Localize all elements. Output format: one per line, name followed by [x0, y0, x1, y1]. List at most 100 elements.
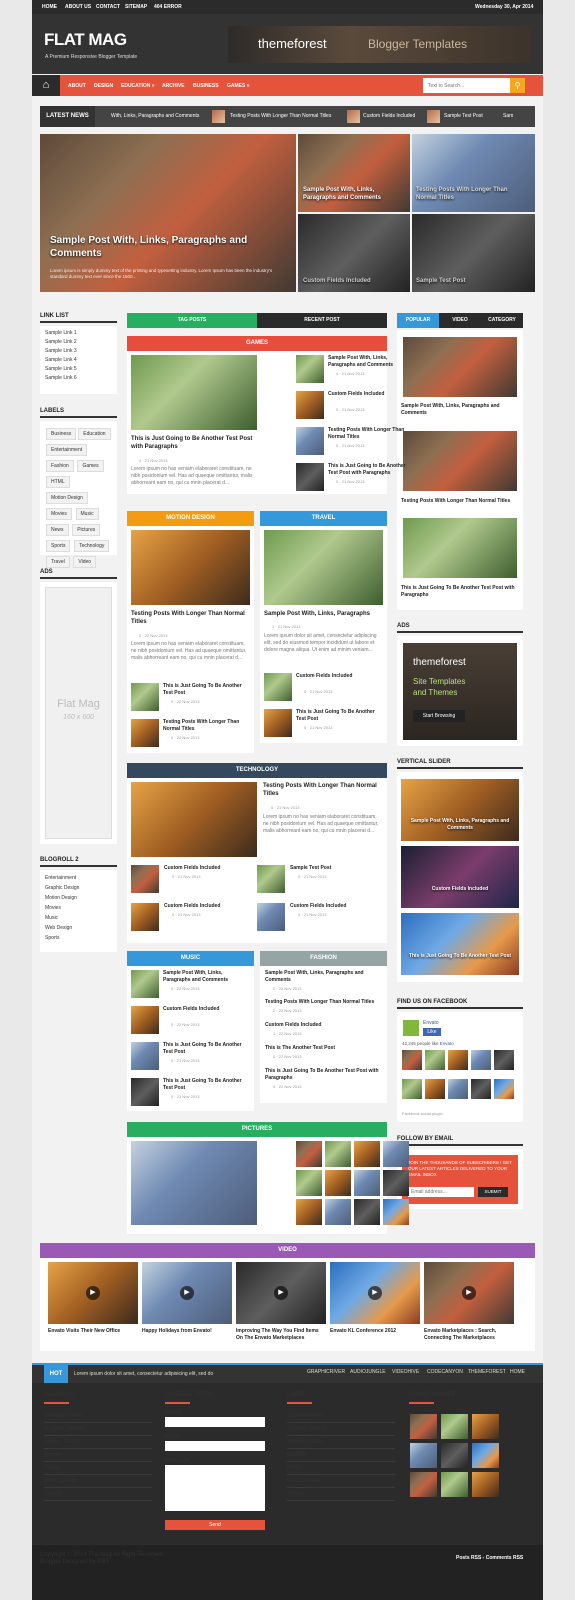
link-item[interactable]: Sample Link 1 [45, 330, 112, 337]
label-tag[interactable]: Travel [46, 556, 70, 568]
games-main-title[interactable]: This is Just Going to Be Another Test Po… [131, 435, 257, 451]
gallery-thumb[interactable] [325, 1141, 351, 1167]
label-tag[interactable]: Pictures [72, 524, 101, 536]
footer-label-item[interactable]: Sports [287, 1491, 395, 1501]
games-main-image[interactable] [131, 355, 257, 430]
home-icon[interactable]: ⌂ [32, 75, 60, 96]
footer-label-item[interactable]: Movies [287, 1452, 395, 1462]
footer-blogroll-item[interactable]: Motion Design [44, 1439, 152, 1449]
flickr-thumb[interactable] [410, 1414, 437, 1439]
post-title[interactable]: This is Just Going to Be Another Test Po… [328, 463, 415, 477]
footer-blogroll-item[interactable]: Entertainment [44, 1413, 152, 1423]
label-tag[interactable]: Games [77, 460, 104, 472]
post-title[interactable]: Sample Post With, Links, Paragraphs and … [265, 970, 382, 984]
ticker-item[interactable]: Custom Fields Included [363, 113, 415, 119]
post-thumb[interactable] [264, 673, 292, 701]
link-item[interactable]: Sample Link 6 [45, 375, 112, 382]
footer-blogroll-item[interactable]: Music [44, 1465, 152, 1475]
post-title[interactable]: Testing Posts With Longer Than Normal Ti… [328, 427, 415, 441]
themeforest-ad[interactable]: themeforest Site Templates and Themes St… [403, 643, 517, 740]
flickr-thumb[interactable] [472, 1443, 499, 1468]
send-button[interactable]: Send [165, 1520, 265, 1530]
vslide-title[interactable]: Sample Post With, Links, Paragraphs and … [405, 818, 515, 832]
gallery-thumb[interactable] [354, 1199, 380, 1225]
footer-blogroll-item[interactable]: Web Design [44, 1478, 152, 1488]
post-thumb[interactable] [296, 427, 324, 455]
flickr-thumb[interactable] [472, 1472, 499, 1497]
hot-link[interactable]: AUDIOJUNGLE [350, 1369, 386, 1375]
top-link-sitemap[interactable]: SITEMAP [125, 4, 147, 10]
video-title[interactable]: Envato Visits Their New Office [48, 1328, 138, 1335]
fb-like-button[interactable]: Like [423, 1028, 441, 1036]
slider-tile-title[interactable]: Custom Fields Included [303, 278, 371, 284]
blogroll-item[interactable]: Sports [45, 935, 112, 942]
vslide-title[interactable]: Custom Fields Included [405, 886, 515, 892]
site-logo[interactable]: FLAT MAG [44, 30, 127, 50]
post-thumb[interactable] [264, 709, 292, 737]
footer-label-item[interactable]: Entertainment [287, 1413, 395, 1423]
label-tag[interactable]: Movies [46, 508, 72, 520]
fb-count-name[interactable]: Envato [440, 1041, 454, 1046]
post-thumb[interactable] [257, 903, 285, 931]
play-icon[interactable]: ▶ [274, 1286, 288, 1300]
post-title[interactable]: This is Just Going To Be Another Test Po… [163, 1078, 250, 1092]
vslide-image[interactable] [401, 846, 519, 908]
blogroll-item[interactable]: Graphic Design [45, 885, 112, 892]
post-title[interactable]: Custom Fields Included [296, 673, 383, 680]
message-field[interactable] [165, 1465, 265, 1511]
post-title[interactable]: Sample Post With, Links, Paragraphs and … [163, 970, 250, 984]
post-title[interactable]: This is Just Going To Be Another Test Po… [163, 683, 250, 697]
post-thumb[interactable] [131, 719, 159, 747]
post-title[interactable]: Custom Fields Included [164, 903, 254, 910]
tab-video[interactable]: VIDEO [439, 313, 481, 328]
video-thumb[interactable]: ▶ [330, 1262, 420, 1324]
post-thumb[interactable] [131, 1042, 159, 1070]
tab-popular[interactable]: POPULAR [397, 313, 439, 328]
post-title[interactable]: Custom Fields Included [290, 903, 380, 910]
gallery-thumb[interactable] [325, 1170, 351, 1196]
tab-category[interactable]: CATEGORY [481, 313, 523, 328]
post-title[interactable]: Custom Fields Included [163, 1006, 250, 1013]
top-link-home[interactable]: HOME [42, 4, 57, 10]
hot-link[interactable]: THEMEFOREST [468, 1369, 506, 1375]
label-tag[interactable]: Entertainment [46, 444, 88, 456]
slider-main-title[interactable]: Sample Post With, Links, Paragraphs and … [50, 234, 280, 260]
post-thumb[interactable] [131, 865, 159, 893]
hot-link[interactable]: VIDEOHIVE [392, 1369, 419, 1375]
play-icon[interactable]: ▶ [180, 1286, 194, 1300]
email-field[interactable] [165, 1441, 265, 1451]
footer-blogroll-item[interactable]: Sports [44, 1491, 152, 1501]
top-link-404[interactable]: 404 ERROR [154, 4, 182, 10]
gallery-thumb[interactable] [383, 1170, 409, 1196]
link-item[interactable]: Sample Link 5 [45, 366, 112, 373]
gallery-thumb[interactable] [296, 1141, 322, 1167]
flickr-thumb[interactable] [472, 1414, 499, 1439]
post-thumb[interactable] [131, 683, 159, 711]
slider-tile-title[interactable]: Testing Posts With Longer Than Normal Ti… [416, 186, 526, 202]
post-title[interactable]: Custom Fields Included [328, 391, 415, 398]
gallery-thumb[interactable] [325, 1199, 351, 1225]
label-tag[interactable]: Fashion [46, 460, 74, 472]
fb-fan-avatar[interactable] [494, 1079, 514, 1099]
popular-title[interactable]: Sample Post With, Links, Paragraphs and … [401, 403, 519, 417]
post-title[interactable]: This is Just Going To Be Another Test Po… [265, 1068, 382, 1082]
slider-tile-title[interactable]: Sample Post With, Links, Paragraphs and … [303, 186, 403, 202]
post-title[interactable]: This is Just Going To Be Another Test Po… [163, 1042, 250, 1056]
video-thumb[interactable]: ▶ [48, 1262, 138, 1324]
blogroll-item[interactable]: Motion Design [45, 895, 112, 902]
ticker-item[interactable]: Sam [503, 113, 513, 119]
link-item[interactable]: Sample Link 3 [45, 348, 112, 355]
top-link-about[interactable]: ABOUT US [65, 4, 91, 10]
play-icon[interactable]: ▶ [462, 1286, 476, 1300]
hot-text[interactable]: Lorem ipsum dolor sit amet, consectetur … [74, 1371, 213, 1377]
nav-archive[interactable]: ARCHIVE [162, 83, 185, 89]
post-thumb[interactable] [131, 970, 159, 998]
video-thumb[interactable]: ▶ [236, 1262, 326, 1324]
nav-design[interactable]: DESIGN [94, 83, 113, 89]
gallery-thumb[interactable] [296, 1199, 322, 1225]
video-title[interactable]: Envato Marketplaces : Search, Connecting… [424, 1328, 514, 1342]
tab-recent-post[interactable]: RECENT POST [257, 313, 387, 328]
post-thumb[interactable] [131, 1078, 159, 1106]
post-title[interactable]: Sample Test Post [290, 865, 380, 872]
slider-tile-title[interactable]: Sample Test Post [416, 278, 466, 284]
